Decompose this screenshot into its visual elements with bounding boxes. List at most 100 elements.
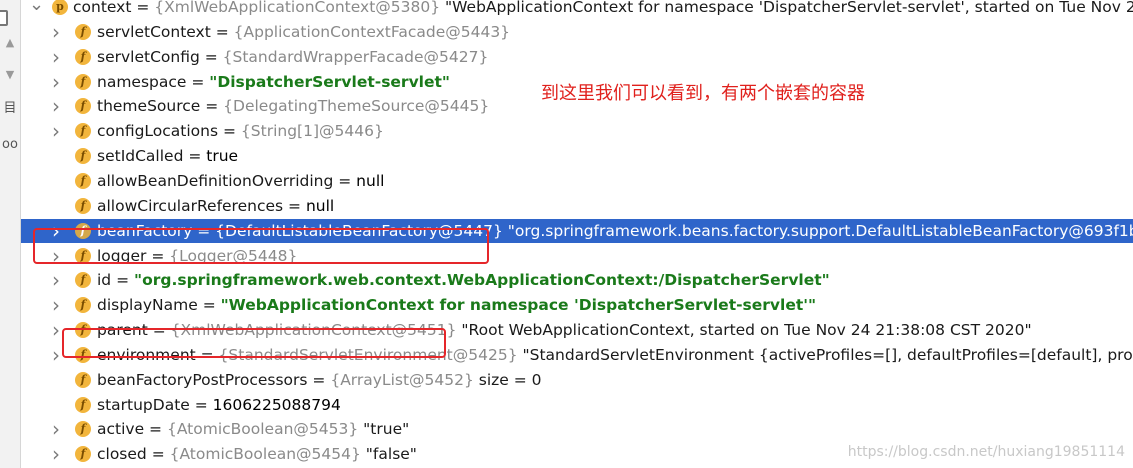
variable-name: beanFactoryPostProcessors (97, 370, 308, 389)
variable-row-id[interactable]: › f id = "org.springframework.web.context.… (21, 268, 1133, 293)
variable-text: servletContext = {ApplicationContextFaca… (97, 20, 1133, 45)
equals-sign: = (192, 221, 216, 240)
field-badge-icon: f (75, 396, 91, 413)
variable-type: {DelegatingThemeSource@5445} (223, 97, 490, 116)
collapse-chevron-icon[interactable]: ⌄ (29, 0, 44, 15)
variable-name: logger (97, 246, 147, 265)
expand-chevron-icon[interactable]: › (49, 70, 63, 95)
expand-chevron-icon[interactable]: › (49, 219, 63, 244)
equals-sign: = (200, 97, 224, 116)
variable-type: {ApplicationContextFacade@5443} (233, 22, 511, 41)
expand-chevron-icon[interactable]: › (49, 318, 63, 343)
expand-chevron-icon[interactable]: › (49, 293, 63, 318)
annotation-text: 到这里我们可以看到，有两个嵌套的容器 (541, 83, 865, 104)
to-string-value: "true" (358, 420, 410, 439)
variables-tree: ⌄ p context = {XmlWebApplicationContext@53… (21, 0, 1133, 468)
variable-type: {StandardWrapperFacade@5427} (222, 47, 489, 66)
field-badge-icon: f (75, 48, 91, 65)
variable-row-allowcircularreferences[interactable]: f allowCircularReferences = null (21, 194, 1133, 219)
variable-row-beanfactorypostprocessors[interactable]: f beanFactoryPostProcessors = {ArrayList@… (21, 368, 1133, 393)
variable-name: allowCircularReferences (97, 196, 284, 215)
variable-text: environment = {StandardServletEnvironmen… (97, 343, 1133, 368)
variable-type: {DefaultListableBeanFactory@5447} (215, 221, 503, 240)
equals-sign: = (210, 22, 234, 41)
field-badge-icon: f (75, 23, 91, 40)
expand-chevron-icon[interactable]: › (49, 417, 63, 442)
expand-chevron-icon[interactable]: › (49, 442, 63, 467)
variable-type: {StandardServletEnvironment@5425} (218, 345, 518, 364)
field-badge-icon: f (75, 123, 91, 140)
to-string-value: size = 0 (473, 370, 542, 389)
variable-type: {AtomicBoolean@5454} (169, 445, 361, 464)
equals-sign: = (218, 122, 241, 141)
expand-chevron-icon[interactable]: › (49, 244, 63, 269)
variable-value: true (206, 147, 239, 166)
field-badge-icon: f (75, 172, 91, 189)
variable-row-active[interactable]: › f active = {AtomicBoolean@5453} "true" (21, 417, 1133, 442)
variable-text: active = {AtomicBoolean@5453} "true" (97, 417, 1133, 442)
variable-name: configLocations (97, 122, 219, 141)
variable-name: servletContext (97, 22, 211, 41)
to-string-value: "Root WebApplicationContext, started on … (456, 321, 1032, 340)
variable-row-parent[interactable]: › f parent = {XmlWebApplicationContext@545… (21, 318, 1133, 343)
field-badge-icon: f (75, 446, 91, 463)
expand-chevron-icon[interactable]: › (49, 20, 63, 45)
variable-name: environment (97, 345, 196, 364)
expand-chevron-icon[interactable]: › (49, 343, 63, 368)
variable-row-configlocations[interactable]: › f configLocations = {String[1]@5446} (21, 119, 1133, 144)
variable-name: displayName (97, 296, 198, 315)
variable-text: beanFactory = {DefaultListableBeanFactor… (97, 219, 1133, 244)
equals-sign: = (195, 345, 219, 364)
variable-type: {ArrayList@5452} (330, 370, 474, 389)
variable-text: displayName = "WebApplicationContext for… (97, 293, 1133, 318)
variable-value: 1606225088794 (212, 395, 341, 414)
variable-row-displayname[interactable]: › f displayName = "WebApplicationContext f… (21, 293, 1133, 318)
watch-glasses-icon[interactable]: oo (0, 137, 20, 153)
variable-text: servletConfig = {StandardWrapperFacade@5… (97, 45, 1133, 70)
field-badge-icon: f (75, 346, 91, 363)
variable-text: context = {XmlWebApplicationContext@5380… (73, 0, 1133, 20)
variable-name: active (97, 420, 145, 439)
field-badge-icon: f (75, 247, 91, 264)
variable-name: parent (97, 321, 148, 340)
variable-type: {XmlWebApplicationContext@5451} (170, 321, 457, 340)
debugger-side-gutter: ▲ ▼ 目 oo (0, 0, 21, 468)
variable-value: null (305, 196, 335, 215)
equals-sign: = (283, 196, 306, 215)
parameter-badge-icon: p (52, 0, 68, 15)
expand-chevron-icon[interactable]: › (49, 45, 63, 70)
variable-row-beanfactory[interactable]: › f beanFactory = {DefaultListableBeanFact… (21, 218, 1133, 244)
equals-sign: = (307, 370, 331, 389)
equals-sign: = (111, 271, 134, 290)
stop-frame-icon[interactable] (0, 10, 8, 26)
to-string-value: "StandardServletEnvironment {activeProfi… (517, 345, 1133, 364)
variable-row-servletconfig[interactable]: › f servletConfig = {StandardWrapperFacade… (21, 45, 1133, 70)
variable-row-allowbeandefinitionoverriding[interactable]: f allowBeanDefinitionOverriding = null (21, 169, 1133, 194)
variable-type: {XmlWebApplicationContext@5380} (154, 0, 441, 16)
down-triangle-icon[interactable]: ▼ (0, 67, 20, 83)
view-icon[interactable]: 目 (0, 101, 20, 117)
variable-row-setidcalled[interactable]: f setIdCalled = true (21, 144, 1133, 169)
variable-row-logger[interactable]: › f logger = {Logger@5448} (21, 244, 1133, 269)
equals-sign: = (186, 72, 210, 91)
string-value: "DispatcherServlet-servlet" (209, 72, 450, 91)
up-triangle-icon[interactable]: ▲ (0, 35, 20, 51)
variable-row-environment[interactable]: › f environment = {StandardServletEnvironm… (21, 343, 1133, 368)
variable-row-context[interactable]: ⌄ p context = {XmlWebApplicationContext@53… (21, 0, 1133, 20)
field-badge-icon: f (75, 98, 91, 115)
equals-sign: = (183, 147, 207, 166)
field-badge-icon: f (75, 322, 91, 339)
equals-sign: = (144, 420, 167, 439)
string-value: "org.springframework.web.context.WebAppl… (134, 271, 830, 290)
expand-chevron-icon[interactable]: › (49, 94, 63, 119)
expand-chevron-icon[interactable]: › (49, 119, 63, 144)
variable-name: id (97, 271, 112, 290)
expand-chevron-icon[interactable]: › (49, 268, 63, 293)
variable-name: startupDate (97, 395, 190, 414)
variable-type: {String[1]@5446} (240, 122, 384, 141)
variable-row-startupdate[interactable]: f startupDate = 1606225088794 (21, 393, 1133, 418)
to-string-value: "org.springframework.beans.factory.suppo… (502, 221, 1133, 240)
field-badge-icon: f (75, 222, 91, 239)
equals-sign: = (199, 47, 223, 66)
variable-row-servletcontext[interactable]: › f servletContext = {ApplicationContextFa… (21, 20, 1133, 45)
